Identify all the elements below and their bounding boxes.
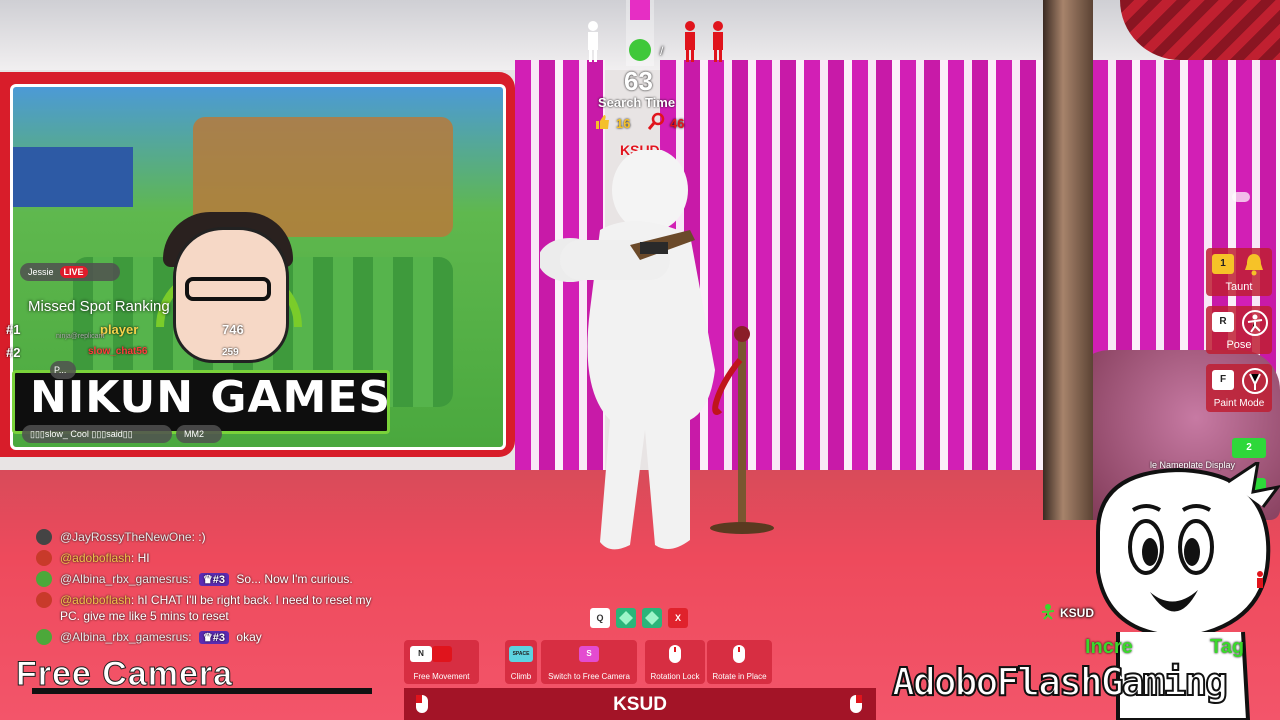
rotate-in-place-control[interactable]: Rotate in Place (707, 640, 772, 684)
key-2[interactable]: 2 (1232, 438, 1266, 458)
free-camera-bar (32, 688, 372, 694)
chat-avatar (36, 571, 52, 587)
key-f: F (1212, 370, 1234, 390)
player-character (540, 150, 715, 550)
seeker-figure-icon (588, 21, 598, 62)
free-movement-label: Free Movement (413, 672, 470, 681)
spectated-player-name: KSUD (613, 694, 667, 715)
action-key-q[interactable]: Q (590, 608, 610, 628)
hider-figures-icon (685, 21, 723, 62)
chat-message: @adoboflash: hI CHAT I'll be right back.… (36, 592, 376, 624)
chat-message: @JayRossyTheNewOne: :) (36, 529, 376, 545)
switch-camera-control[interactable]: S Switch to Free Camera (541, 640, 637, 684)
player-figure-icon (1041, 604, 1055, 620)
action-bar: Q X (590, 608, 688, 628)
diamond-icon[interactable] (642, 608, 662, 628)
pose-icon (1242, 310, 1268, 336)
chat-log: @JayRossyTheNewOne: :) @adoboflash: HI @… (36, 529, 376, 650)
chat-user: @adoboflash (60, 593, 131, 607)
game-scene: NIKUN GAMES Jessie LIVE P... ▯▯▯slow_ Coo… (0, 0, 1280, 720)
chat-text: :) (198, 530, 206, 544)
billboard-banner-text: NIKUN GAMES (30, 372, 392, 423)
bell-icon (1245, 254, 1263, 276)
increase-label: Incre (1085, 636, 1133, 658)
mouse-icon (733, 645, 745, 663)
bottom-chat-bubble: ▯▯▯slow_ Cool ▯▯▯said▯▯ (22, 425, 172, 443)
paint-mode-action[interactable]: F Paint Mode (1206, 364, 1272, 412)
mouse-right-icon[interactable] (848, 694, 864, 714)
chat-user: @JayRossyTheNewOne (60, 530, 192, 544)
rank-2-name: slow_chat56 (88, 346, 148, 357)
paint-mode-label: Paint Mode (1213, 398, 1265, 409)
finds-count: 46 (670, 116, 685, 131)
rank-1-label: #1 (6, 322, 21, 337)
key-space: SPACE (509, 646, 533, 662)
chat-avatar (36, 629, 52, 645)
chat-text: okay (236, 630, 262, 644)
chat-message: @adoboflash: HI (36, 550, 376, 566)
chat-avatar (36, 550, 52, 566)
search-timer: 63 (624, 66, 653, 96)
free-movement-control[interactable]: N Free Movement (404, 640, 479, 684)
action-key-x[interactable]: X (668, 608, 688, 628)
climb-label: Climb (510, 672, 532, 681)
live-bubble: Jessie LIVE (20, 263, 120, 281)
ranking-title: Missed Spot Ranking (28, 298, 170, 315)
brass-pole (1043, 0, 1093, 520)
rotation-lock-label: Rotation Lock (650, 672, 700, 681)
search-time-label: Search Time (598, 95, 676, 110)
rank-badge: ♛#3 (198, 573, 230, 586)
tag-label: Tag (1210, 636, 1245, 658)
switch-camera-label: Switch to Free Camera (548, 672, 630, 681)
thumbs-up-icon (596, 115, 609, 129)
key-n: N (410, 646, 432, 662)
billboard-water (13, 147, 133, 207)
key-r: R (1212, 312, 1234, 332)
chat-text: So... Now I'm curious. (236, 572, 353, 586)
avatar-glasses (185, 277, 271, 301)
pose-action[interactable]: R Pose (1206, 306, 1272, 354)
chat-user: @Albina_rbx_gamesrus (60, 630, 189, 644)
magnifier-icon (648, 112, 665, 130)
rotate-in-place-label: Rotate in Place (712, 672, 767, 681)
chat-message: @Albina_rbx_gamesrus: ♛#3 okay (36, 629, 376, 645)
key-1: 1 (1212, 254, 1234, 274)
taunt-action[interactable]: 1 Taunt (1206, 248, 1272, 296)
chat-user: @Albina_rbx_gamesrus (60, 572, 189, 586)
key-s: S (579, 646, 599, 662)
rank-badge: ♛#3 (198, 631, 230, 644)
diamond-icon[interactable] (616, 608, 636, 628)
live-badge: LIVE (59, 266, 88, 278)
likes-count: 16 (616, 116, 631, 131)
live-user: Jessie (28, 267, 54, 277)
climb-control[interactable]: SPACE Climb (505, 640, 537, 684)
rotation-lock-control[interactable]: Rotation Lock (645, 640, 705, 684)
toggle-indicator (432, 646, 452, 662)
taunt-label: Taunt (1225, 281, 1253, 293)
paint-brush-icon (1242, 368, 1268, 394)
chat-text: HI (137, 551, 150, 565)
hourglass-icon (626, 0, 654, 66)
mouse-icon (669, 645, 681, 663)
spectate-bar: KSUD (404, 688, 876, 720)
speech-bubble: P... (50, 361, 76, 379)
pose-label: Pose (1226, 339, 1252, 351)
chat-user: @adoboflash (60, 551, 131, 565)
rank-1-score: 746 (222, 322, 244, 337)
rank-2-label: #2 (6, 345, 21, 360)
brand-watermark: AdoboFlashGaming (891, 659, 1229, 705)
mm2-badge: MM2 (176, 425, 222, 443)
player-tag: KSUD (1060, 606, 1095, 620)
rank-1-name: player (100, 322, 139, 337)
chat-avatar (36, 592, 52, 608)
controller-icon (1232, 192, 1250, 202)
hud-slash: / (660, 44, 664, 58)
rank-1-sub: ninja@replicant (56, 333, 105, 340)
figure-red-icon (1257, 571, 1263, 588)
rank-2-score: 259 (222, 347, 239, 358)
chat-avatar (36, 529, 52, 545)
chat-message: @Albina_rbx_gamesrus: ♛#3 So... Now I'm … (36, 571, 376, 587)
